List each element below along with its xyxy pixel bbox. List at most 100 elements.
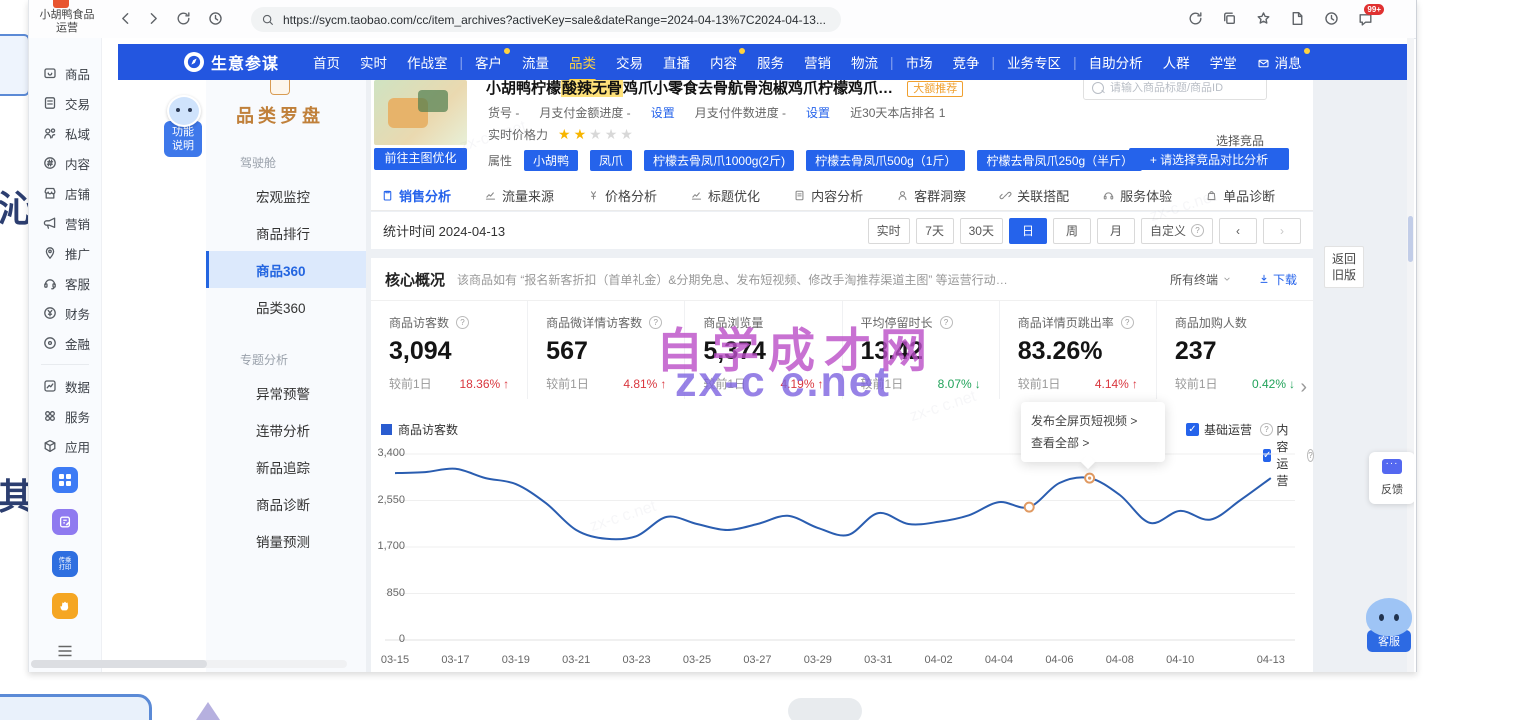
help-icon[interactable]: ? — [1121, 316, 1134, 329]
nav-item-trade[interactable]: 交易 — [616, 52, 643, 72]
nav-item-marketing[interactable]: 营销 — [804, 52, 831, 72]
date-range-day[interactable]: 日 — [1009, 218, 1047, 244]
scrollbar-thumb[interactable] — [31, 660, 207, 668]
app-grid-icon[interactable] — [52, 467, 78, 493]
product-search-input[interactable] — [1108, 81, 1262, 95]
sidebar-item-customer-service[interactable]: 客服 — [29, 268, 101, 298]
download-button[interactable]: 下载 — [1258, 271, 1297, 288]
sidebar-item-apps[interactable]: 应用 — [29, 431, 101, 461]
sidebar-item-shop[interactable]: 店铺 — [29, 178, 101, 208]
tab-related-match[interactable]: 关联搭配 — [999, 186, 1069, 205]
tab-price-analysis[interactable]: 价格分析 — [587, 186, 657, 205]
date-range-30d[interactable]: 30天 — [960, 218, 1003, 244]
nav-item-live[interactable]: 直播 — [663, 52, 690, 72]
horizontal-scrollbar[interactable] — [31, 660, 347, 668]
nav-item-realtime[interactable]: 实时 — [360, 52, 387, 72]
attribute-tag[interactable]: 柠檬去骨凤爪250g（半斤） — [977, 150, 1142, 171]
optimize-main-image-button[interactable]: 前往主图优化 > — [374, 148, 467, 170]
tab-traffic-source[interactable]: 流量来源 — [484, 186, 554, 205]
nav-item-logistics[interactable]: 物流 — [851, 52, 878, 72]
sidebar-item-product-ranking[interactable]: 商品排行 — [206, 214, 366, 251]
app-print-icon[interactable]: 传乘打印 — [52, 551, 78, 577]
nav-item-market[interactable]: 市场 — [906, 52, 933, 72]
feedback-button[interactable]: 反馈 — [1369, 452, 1414, 504]
tab-audience-insight[interactable]: 客群洞察 — [896, 186, 966, 205]
help-icon[interactable]: ? — [940, 316, 953, 329]
nav-item-war-room[interactable]: 作战室 — [407, 52, 448, 72]
sidebar-item-data[interactable]: 数据 — [29, 371, 101, 401]
nav-item-compete[interactable]: 竞争 — [953, 52, 980, 72]
date-range-realtime[interactable]: 实时 — [868, 218, 910, 244]
next-page-button[interactable]: › — [1263, 218, 1301, 244]
favorites-star-icon[interactable] — [1255, 10, 1273, 28]
sidebar-item-sales-forecast[interactable]: 销量预测 — [206, 522, 366, 559]
attribute-tag[interactable]: 柠檬去骨凤爪500g（1斤） — [806, 150, 965, 171]
tooltip-action-link[interactable]: 发布全屏页短视频 > — [1031, 410, 1155, 432]
sync-icon[interactable] — [1187, 10, 1205, 28]
sidebar-item-linked-analysis[interactable]: 连带分析 — [206, 411, 366, 448]
prev-page-button[interactable]: ‹ — [1219, 218, 1257, 244]
chat-icon[interactable]: 99+ — [1357, 10, 1375, 28]
checkbox-basic-operation[interactable]: ✓基础运营? — [1186, 421, 1273, 438]
tab-title-optimize[interactable]: 标题优化 — [690, 186, 760, 205]
date-range-7d[interactable]: 7天 — [916, 218, 954, 244]
customer-service-widget[interactable]: 客服 — [1361, 598, 1414, 652]
sidebar-item-anomaly-alert[interactable]: 异常预警 — [206, 374, 366, 411]
url-bar[interactable]: https://sycm.taobao.com/cc/item_archives… — [251, 7, 841, 32]
nav-item-audience[interactable]: 人群 — [1163, 52, 1190, 72]
tab-sales-analysis[interactable]: 销售分析 — [381, 186, 451, 205]
tab-service-experience[interactable]: 服务体验 — [1102, 186, 1172, 205]
tabs-icon[interactable] — [1221, 10, 1239, 28]
clock-icon[interactable] — [1323, 10, 1341, 28]
attribute-tag[interactable]: 凤爪 — [590, 150, 632, 171]
checkbox-checked-icon[interactable]: ✓ — [1186, 423, 1199, 436]
sidebar-item-product-360[interactable]: 商品360 — [206, 251, 366, 288]
sidebar-item-category-360[interactable]: 品类360 — [206, 288, 366, 325]
sidebar-item-services[interactable]: 服务 — [29, 401, 101, 431]
menu-icon[interactable] — [58, 645, 73, 660]
page-icon[interactable] — [1289, 10, 1307, 28]
app-notes-icon[interactable] — [52, 509, 78, 535]
date-range-month[interactable]: 月 — [1097, 218, 1135, 244]
sidebar-item-product-diagnosis[interactable]: 商品诊断 — [206, 485, 366, 522]
scrollbar-thumb[interactable] — [1408, 216, 1413, 262]
nav-item-customer[interactable]: 客户 — [475, 52, 502, 72]
nav-item-business-zone[interactable]: 业务专区 — [1007, 52, 1061, 72]
tab-item-diagnosis[interactable]: 单品诊断 — [1205, 186, 1275, 205]
app-hand-icon[interactable] — [52, 593, 78, 619]
settings-link[interactable]: 设置 — [806, 104, 830, 121]
nav-item-message[interactable]: 消息 — [1257, 52, 1302, 72]
sidebar-item-marketing[interactable]: 营销 — [29, 208, 101, 238]
terminal-filter-dropdown[interactable]: 所有终端 — [1170, 271, 1232, 288]
brand-name[interactable]: 生意参谋 — [211, 50, 279, 74]
sidebar-item-finance[interactable]: 财务 — [29, 298, 101, 328]
sidebar-item-product[interactable]: 商品 — [29, 58, 101, 88]
back-icon[interactable] — [117, 10, 135, 28]
browser-tab-label[interactable]: 小胡鸭食品 运营 — [29, 9, 105, 35]
sidebar-item-banking[interactable]: 金融 — [29, 328, 101, 358]
sidebar-item-trade[interactable]: 交易 — [29, 88, 101, 118]
metrics-more-chevron[interactable]: › — [1300, 376, 1307, 399]
date-range-week[interactable]: 周 — [1053, 218, 1091, 244]
attribute-tag[interactable]: 柠檬去骨凤爪1000g(2斤) — [644, 150, 794, 171]
select-competitor-label[interactable]: 选择竞品 — [1216, 132, 1264, 149]
help-icon[interactable]: ? — [456, 316, 469, 329]
visitors-trend-chart[interactable] — [379, 444, 1303, 646]
tab-content-analysis[interactable]: 内容分析 — [793, 186, 863, 205]
nav-item-content[interactable]: 内容 — [710, 52, 737, 72]
helper-mascot[interactable]: 功能 说明 — [164, 95, 206, 157]
forward-icon[interactable] — [145, 10, 163, 28]
sidebar-item-private-domain[interactable]: 私域 — [29, 118, 101, 148]
product-search-box[interactable] — [1083, 80, 1267, 100]
vertical-scrollbar[interactable] — [1407, 38, 1414, 672]
nav-item-service[interactable]: 服务 — [757, 52, 784, 72]
nav-item-self-analysis[interactable]: 自助分析 — [1089, 52, 1143, 72]
sidebar-item-content[interactable]: 内容 — [29, 148, 101, 178]
sidebar-item-promotion[interactable]: 推广 — [29, 238, 101, 268]
settings-link[interactable]: 设置 — [651, 104, 675, 121]
nav-item-traffic[interactable]: 流量 — [522, 52, 549, 72]
attribute-tag[interactable]: 小胡鸭 — [524, 150, 578, 171]
sidebar-item-new-product-tracking[interactable]: 新品追踪 — [206, 448, 366, 485]
tooltip-view-all-link[interactable]: 查看全部 > — [1031, 432, 1155, 454]
history-clock-icon[interactable] — [207, 10, 225, 28]
